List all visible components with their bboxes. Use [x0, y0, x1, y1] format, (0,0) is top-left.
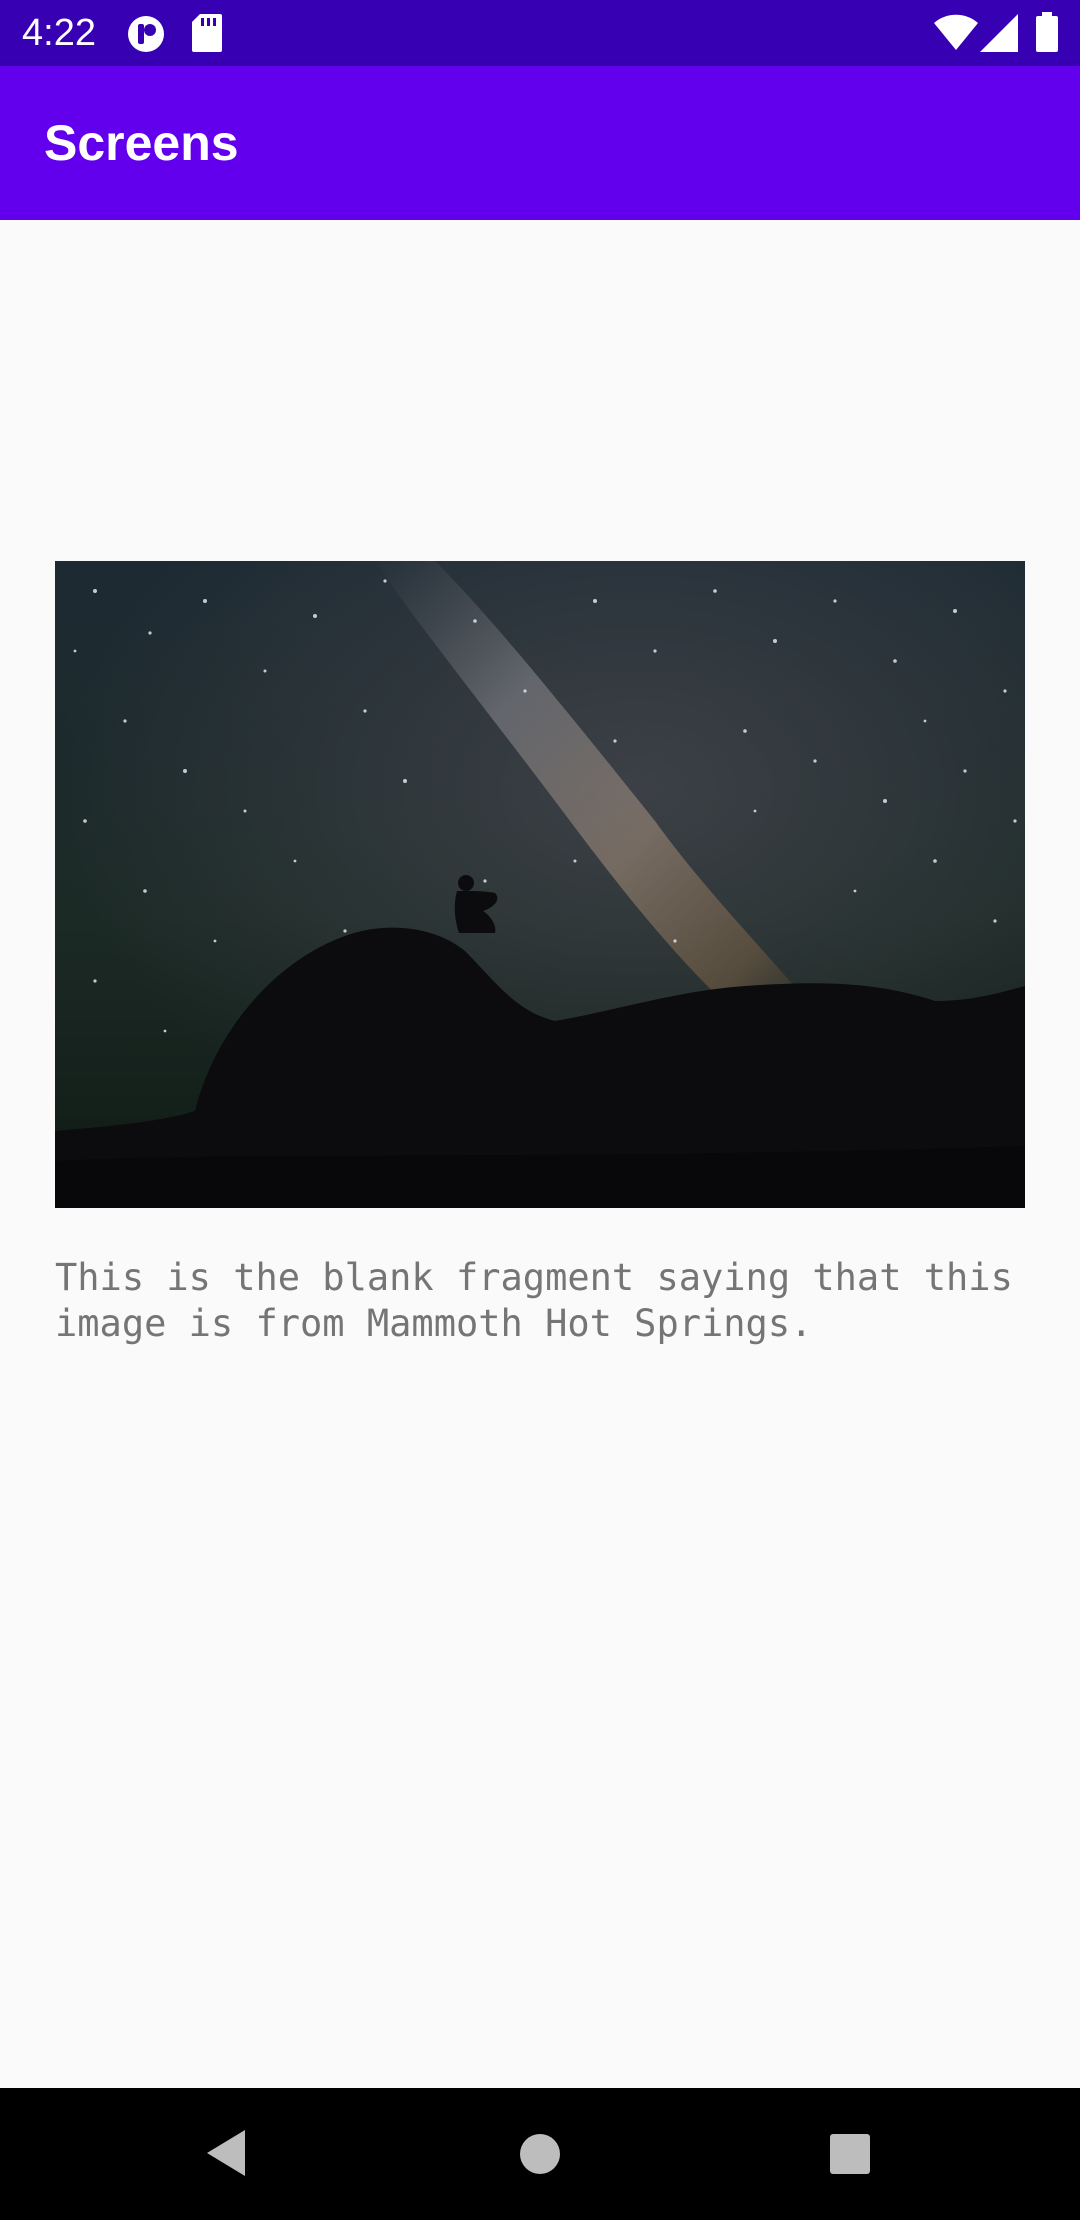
status-time: 4:22 [22, 12, 96, 54]
notification-app-icon [128, 16, 164, 52]
caption-text: This is the blank fragment saying that t… [55, 1256, 1013, 1345]
status-bar: 4:22 [0, 0, 1080, 66]
home-icon[interactable] [518, 2132, 562, 2176]
back-icon[interactable] [203, 2128, 249, 2178]
app-bar: Screens [0, 66, 1080, 220]
wifi-icon [934, 14, 978, 50]
cellular-signal-icon [980, 14, 1018, 52]
navigation-bar [0, 2088, 1080, 2220]
sd-card-icon [192, 14, 222, 52]
milky-way-photo [55, 561, 1025, 1208]
app-title: Screens [44, 115, 239, 171]
recents-icon[interactable] [829, 2133, 871, 2175]
battery-icon [1036, 12, 1058, 52]
